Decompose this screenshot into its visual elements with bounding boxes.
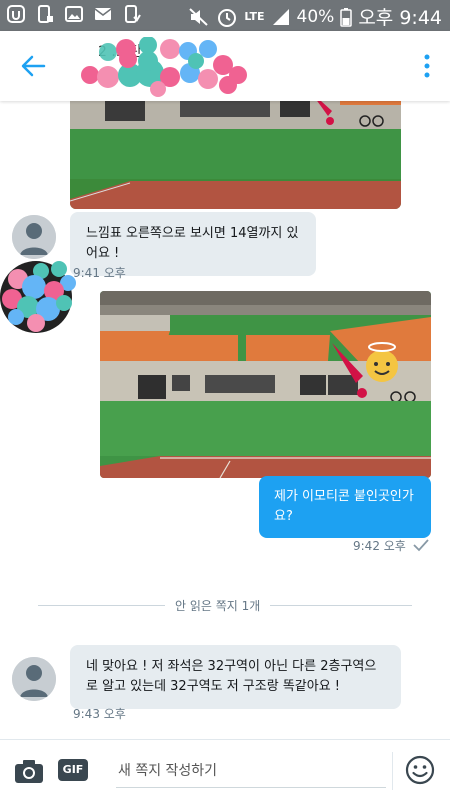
status-right: LTE 40% 오후 9:44 xyxy=(188,3,442,30)
app-notification-icon xyxy=(7,5,25,23)
message-timestamp: 9:41 오후 xyxy=(73,266,126,280)
message-timestamp: 9:43 오후 xyxy=(73,707,126,721)
clock: 오후 9:44 xyxy=(358,7,442,29)
battery-icon xyxy=(340,7,353,27)
message-bubble-incoming[interactable]: 네 맞아요 ! 저 좌석은 32구역이 아닌 다른 2층구역으로 알고 있는데 … xyxy=(70,645,401,709)
default-avatar-icon xyxy=(12,215,56,259)
mute-icon xyxy=(189,7,208,26)
signal-icon xyxy=(272,8,289,25)
back-arrow-icon[interactable] xyxy=(18,51,48,81)
message-bubble-outgoing[interactable]: 제가 이모티콘 붙인곳인가요? xyxy=(259,476,431,538)
sender-avatar[interactable] xyxy=(12,657,56,701)
message-input[interactable] xyxy=(116,754,386,788)
read-check-icon xyxy=(413,539,429,552)
gif-button[interactable]: GIF xyxy=(58,759,88,781)
message-composer: GIF xyxy=(0,739,450,800)
redaction-doodle xyxy=(81,37,247,97)
more-options-icon[interactable] xyxy=(422,53,432,79)
phone-notification-icon xyxy=(38,5,53,23)
composer-divider xyxy=(392,752,393,790)
message-timestamp: 9:42 오후 xyxy=(353,539,406,553)
redacted-avatar-doodle xyxy=(0,261,76,333)
stadium-photo-2[interactable] xyxy=(100,291,431,478)
status-bar: LTE 40% 오후 9:44 xyxy=(0,0,450,31)
battery-percent: 40% xyxy=(296,6,335,27)
notification-icons xyxy=(6,4,142,24)
unread-divider-label: 안 읽은 쪽지 1개 xyxy=(165,597,271,614)
camera-icon[interactable] xyxy=(14,758,44,784)
network-type: LTE xyxy=(244,9,265,23)
image-notification-icon xyxy=(65,6,83,22)
default-avatar-icon xyxy=(12,657,56,701)
message-list[interactable]: 느낌표 오른쪽으로 보시면 14열까지 있어요 ! 9:41 오후 제가 이모티… xyxy=(0,101,450,739)
sender-avatar[interactable] xyxy=(12,215,56,259)
alarm-icon xyxy=(218,8,237,27)
device-notification-icon xyxy=(125,5,141,23)
mail-notification-icon xyxy=(94,8,112,20)
conversation-header: 2 ... 탄 xyxy=(0,31,450,101)
emoji-icon[interactable] xyxy=(404,754,436,786)
stadium-photo-1[interactable] xyxy=(70,101,401,209)
